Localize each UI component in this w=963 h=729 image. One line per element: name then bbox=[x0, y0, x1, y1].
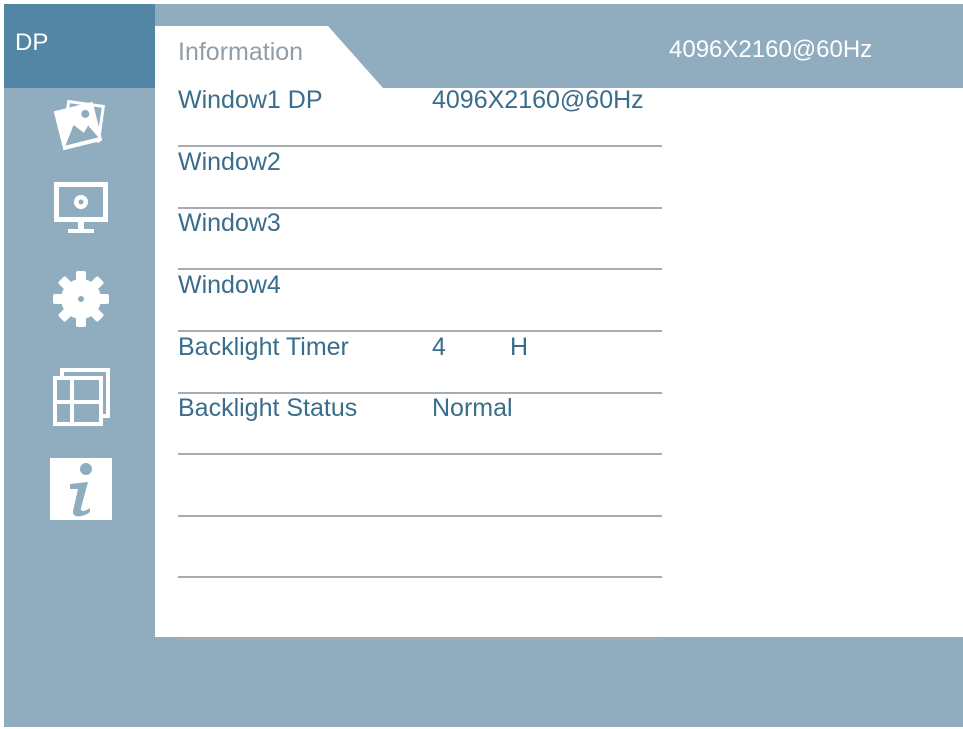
info-row-label: Window3 bbox=[178, 209, 281, 237]
osd-menu: DP Information 4096X2160@60Hz Window1 DP… bbox=[4, 4, 963, 727]
gear-icon[interactable] bbox=[48, 266, 114, 332]
info-row-label: Backlight Status bbox=[178, 394, 358, 422]
info-row: Window1 DP 4096X2160@60Hz bbox=[178, 86, 662, 147]
tab-information-label: Information bbox=[178, 38, 304, 66]
info-row bbox=[178, 579, 662, 640]
info-row-label: Window2 bbox=[178, 148, 281, 176]
multi-window-icon[interactable] bbox=[48, 364, 114, 430]
info-icon[interactable] bbox=[48, 456, 114, 522]
display-settings-icon[interactable] bbox=[48, 174, 114, 240]
info-row-label: Window1 DP bbox=[178, 86, 323, 114]
header-resolution: 4096X2160@60Hz bbox=[669, 36, 873, 63]
info-row-value: Normal bbox=[432, 394, 513, 422]
picture-icon[interactable] bbox=[48, 92, 114, 158]
info-row: Window3 bbox=[178, 209, 662, 270]
input-source-label[interactable]: DP bbox=[4, 4, 155, 88]
tab-information[interactable]: Information bbox=[155, 26, 385, 88]
info-row: Backlight Status Normal bbox=[178, 394, 662, 455]
info-row bbox=[178, 456, 662, 517]
info-row-label: Window4 bbox=[178, 271, 281, 299]
info-row-value: 4 bbox=[432, 333, 446, 361]
info-row bbox=[178, 517, 662, 578]
info-row: Backlight Timer 4 H bbox=[178, 333, 662, 394]
info-row-value: 4096X2160@60Hz bbox=[432, 86, 644, 114]
info-row-unit: H bbox=[510, 333, 529, 361]
info-row-label: Backlight Timer bbox=[178, 333, 349, 361]
info-row: Window2 bbox=[178, 148, 662, 209]
info-row: Window4 bbox=[178, 271, 662, 332]
